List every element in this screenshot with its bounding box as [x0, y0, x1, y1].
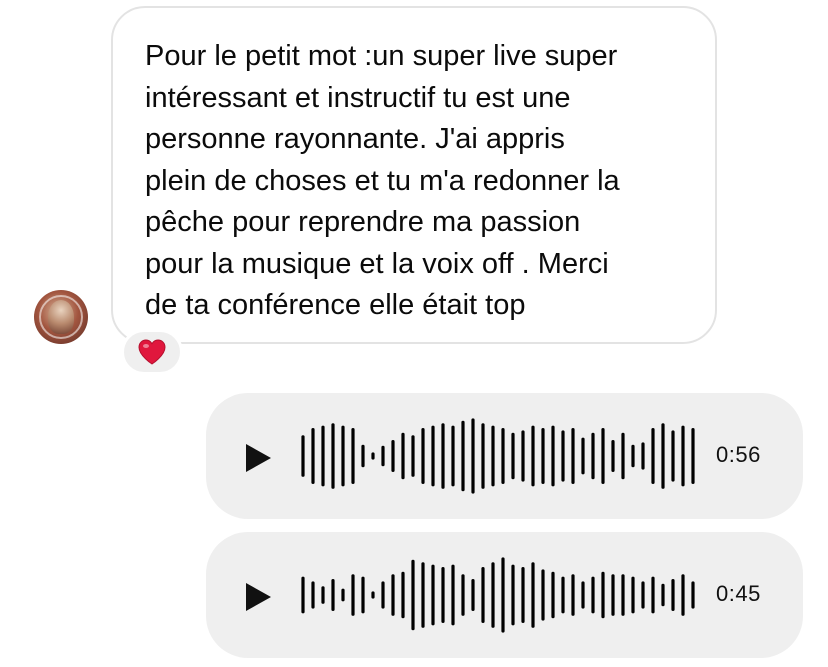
audio-waveform[interactable]	[298, 545, 698, 645]
voice-message-bubble[interactable]: 0:45	[206, 532, 803, 658]
play-icon[interactable]	[242, 442, 274, 474]
audio-waveform[interactable]	[298, 406, 698, 506]
avatar-photo	[48, 300, 74, 334]
red-heart-icon	[138, 339, 166, 365]
sender-avatar[interactable]	[34, 290, 88, 344]
play-icon[interactable]	[242, 581, 274, 613]
voice-message-duration: 0:56	[716, 442, 761, 467]
voice-message-bubble[interactable]: 0:56	[206, 393, 803, 519]
incoming-message-bubble[interactable]: Pour le petit mot :un super live super i…	[111, 6, 717, 344]
incoming-message-text: Pour le petit mot :un super live super i…	[145, 40, 620, 321]
reaction-badge[interactable]	[121, 329, 183, 375]
voice-message-duration: 0:45	[716, 581, 761, 606]
